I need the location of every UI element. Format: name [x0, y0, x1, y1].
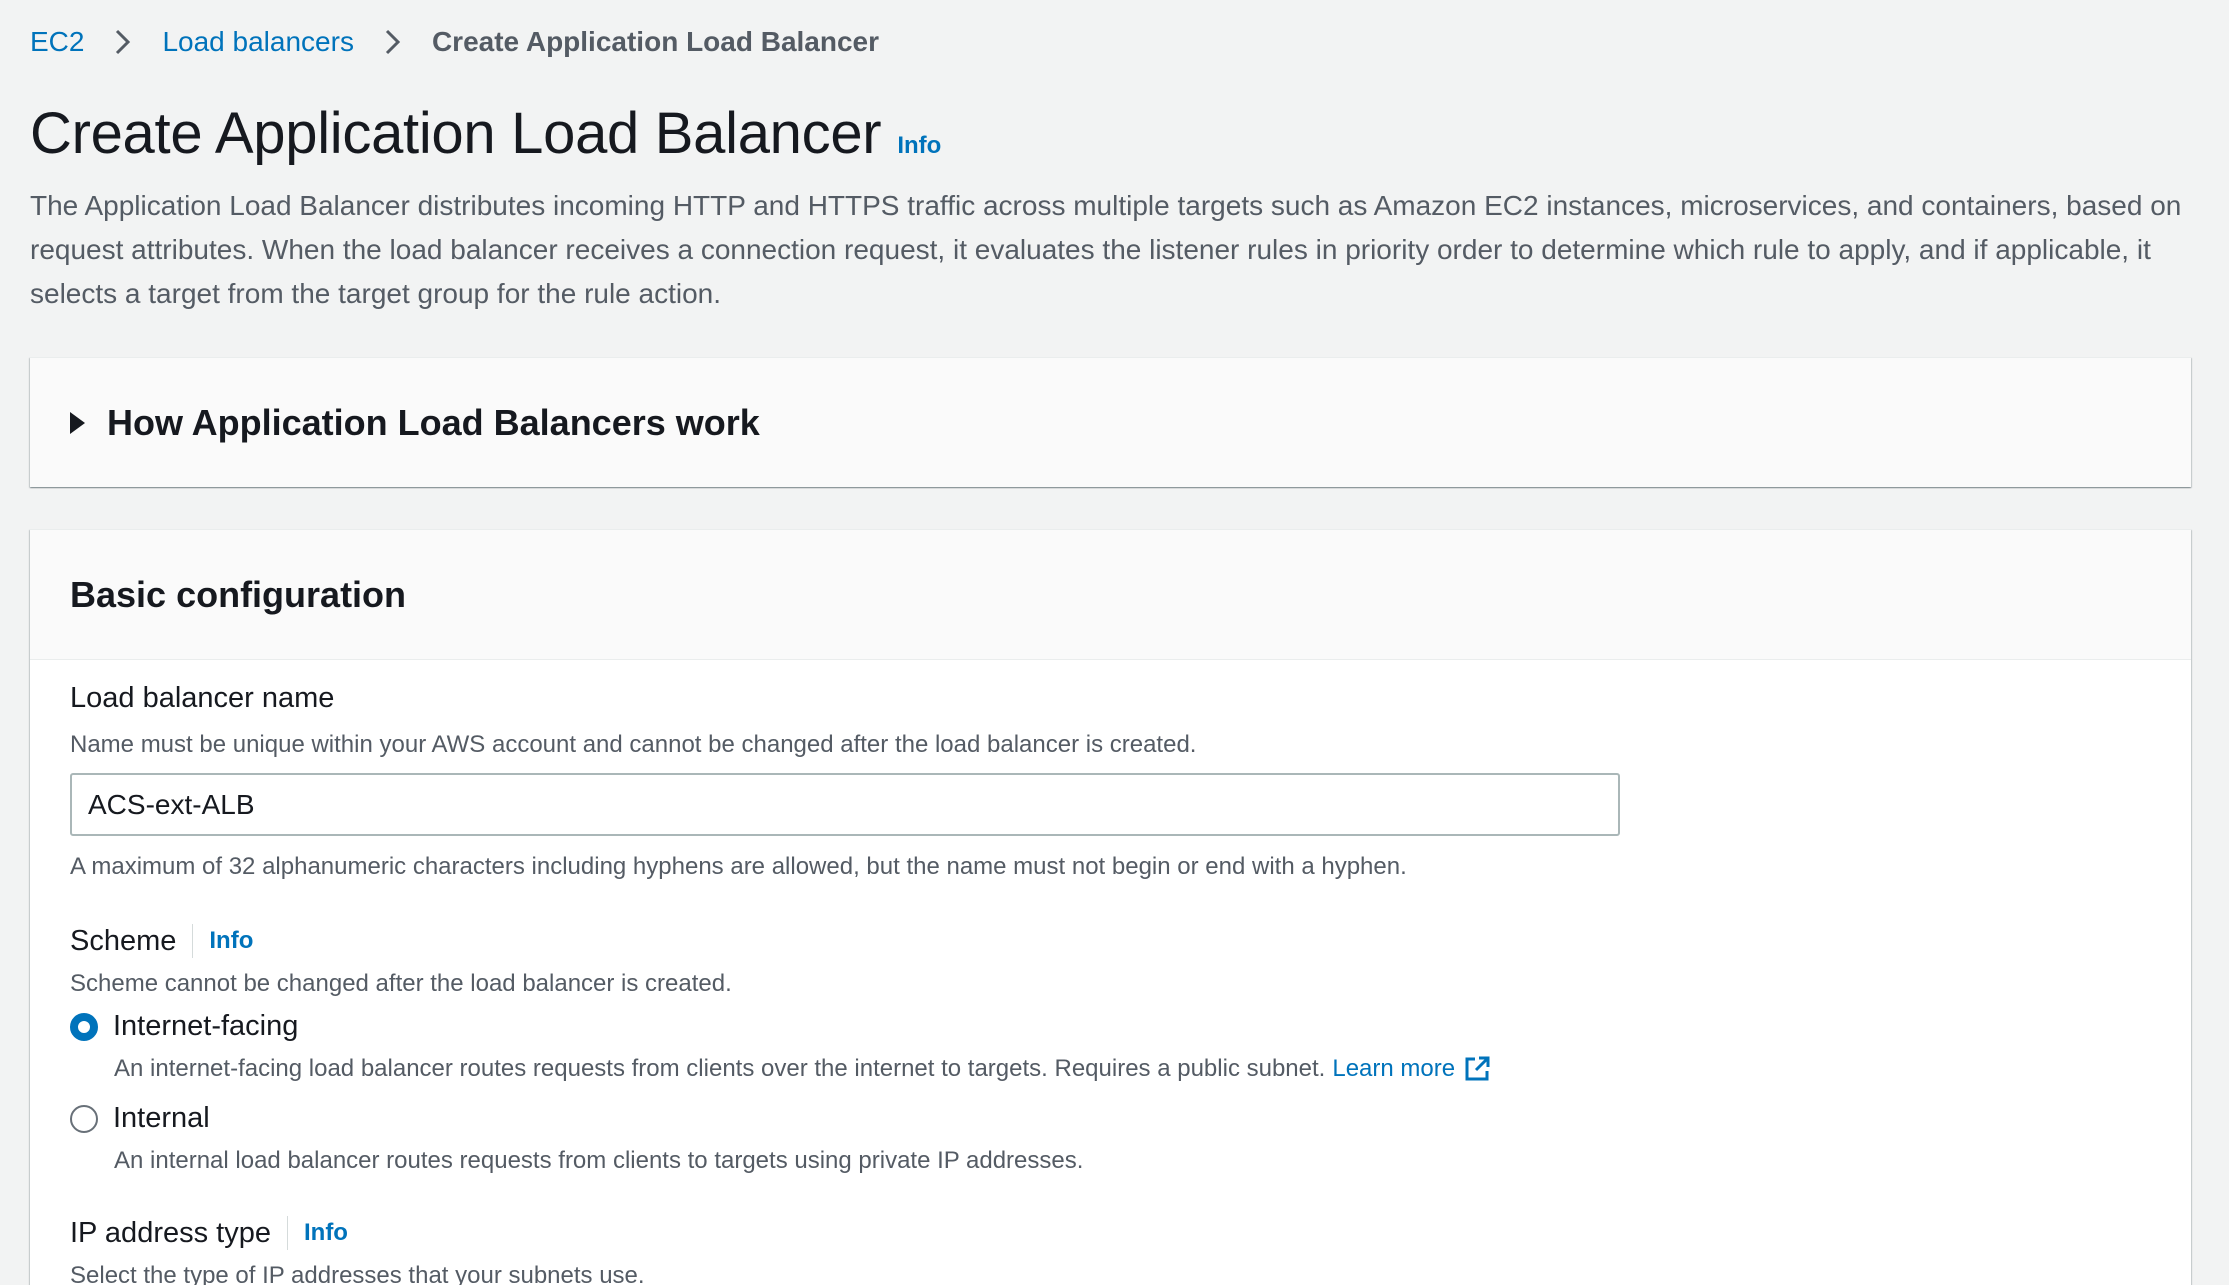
- scheme-info-link[interactable]: Info: [209, 927, 253, 955]
- scheme-label-row: Scheme Info: [70, 924, 253, 958]
- page-description: The Application Load Balancer distribute…: [30, 190, 2182, 309]
- scheme-label: Scheme: [70, 924, 177, 957]
- load-balancer-name-label: Load balancer name: [70, 682, 335, 714]
- caret-right-icon: [70, 411, 85, 434]
- scheme-option-internet-facing[interactable]: Internet-facing: [70, 1010, 298, 1043]
- internet-facing-label: Internet-facing: [113, 1010, 299, 1042]
- page-title: Create Application Load Balancer: [30, 101, 882, 166]
- load-balancer-name-constraint: A maximum of 32 alphanumeric characters …: [70, 853, 1407, 880]
- ip-address-type-description: Select the type of IP addresses that you…: [70, 1262, 645, 1285]
- load-balancer-name-description: Name must be unique within your AWS acco…: [70, 731, 1197, 758]
- breadcrumb-load-balancers-link[interactable]: Load balancers: [162, 26, 353, 58]
- label-divider: [192, 924, 194, 958]
- internet-facing-description-row: An internet-facing load balancer routes …: [114, 1055, 1491, 1083]
- scheme-option-internal[interactable]: Internal: [70, 1102, 210, 1135]
- radio-selected-icon[interactable]: [70, 1012, 98, 1041]
- chevron-right-icon: [116, 29, 131, 55]
- basic-configuration-header: Basic configuration: [30, 530, 2191, 660]
- page-info-link[interactable]: Info: [897, 132, 941, 160]
- load-balancer-name-input[interactable]: [70, 773, 1620, 836]
- internal-label: Internal: [113, 1102, 210, 1134]
- radio-unselected-icon[interactable]: [70, 1104, 98, 1133]
- ip-address-type-info-link[interactable]: Info: [304, 1219, 348, 1247]
- internet-facing-description: An internet-facing load balancer routes …: [114, 1055, 1326, 1082]
- learn-more-link[interactable]: Learn more: [1332, 1055, 1455, 1083]
- label-divider: [286, 1216, 288, 1250]
- basic-configuration-panel: Basic configuration Load balancer name N…: [30, 529, 2191, 1285]
- external-link-icon[interactable]: [1463, 1055, 1491, 1083]
- ip-address-type-label-row: IP address type Info: [70, 1216, 348, 1250]
- breadcrumb-current: Create Application Load Balancer: [431, 26, 880, 57]
- breadcrumb: EC2 Load balancers Create Application Lo…: [30, 22, 879, 62]
- scheme-description: Scheme cannot be changed after the load …: [70, 970, 732, 997]
- how-alb-works-title: How Application Load Balancers work: [107, 401, 760, 443]
- page-header: Create Application Load Balancer Info: [30, 100, 941, 167]
- breadcrumb-ec2-link[interactable]: EC2: [30, 26, 84, 58]
- how-alb-works-expander[interactable]: How Application Load Balancers work: [30, 357, 2191, 487]
- internal-description: An internal load balancer routes request…: [114, 1147, 1084, 1174]
- basic-configuration-title: Basic configuration: [70, 573, 407, 615]
- chevron-right-icon: [385, 29, 401, 55]
- ip-address-type-label: IP address type: [70, 1216, 271, 1249]
